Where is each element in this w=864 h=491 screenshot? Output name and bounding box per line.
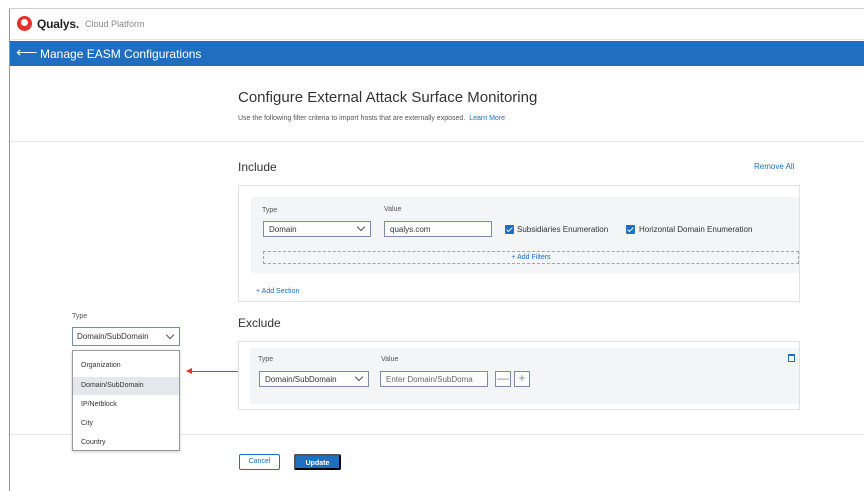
dropdown-option[interactable]: City	[73, 415, 179, 433]
dropdown-option[interactable]: Domain/SubDomain	[73, 377, 179, 395]
type-label: Type	[262, 207, 278, 214]
exclude-value-input[interactable]: Enter Domain/SubDoma	[380, 371, 488, 387]
top-bar: Qualys. Cloud Platform	[10, 9, 864, 40]
subsidiaries-checkbox[interactable]	[505, 225, 514, 234]
include-section: Type Value Domain qualys.com Subsidiarie…	[238, 185, 800, 302]
exclude-type-value: Domain/SubDomain	[265, 375, 337, 384]
callout-arrow	[190, 371, 238, 372]
remove-filter-button[interactable]: —	[495, 371, 511, 387]
dropdown-type-select[interactable]: Domain/SubDomain	[72, 327, 180, 346]
dropdown-option[interactable]: IP/Netblock	[73, 396, 179, 414]
page-title: Manage EASM Configurations	[40, 47, 202, 61]
subsidiaries-label: Subsidiaries Enumeration	[517, 225, 609, 234]
config-subtitle-text: Use the following filter criteria to imp…	[238, 115, 466, 122]
chevron-down-icon	[356, 222, 366, 232]
exclude-title: Exclude	[238, 316, 281, 330]
brand-name: Qualys.	[37, 17, 79, 31]
callout-arrow-head-icon	[186, 368, 192, 374]
include-filter-row: Type Value Domain qualys.com Subsidiarie…	[251, 197, 799, 273]
dropdown-options-list: Organization Domain/SubDomain IP/Netbloc…	[72, 350, 180, 451]
include-value-input[interactable]: qualys.com	[384, 221, 492, 237]
learn-more-link[interactable]: Learn More	[469, 115, 505, 122]
horizontal-domain-checkbox[interactable]	[626, 225, 635, 234]
qualys-logo-icon	[17, 16, 32, 31]
include-title: Include	[238, 160, 277, 174]
config-title: Configure External Attack Surface Monito…	[238, 89, 538, 106]
brand-subtitle: Cloud Platform	[85, 19, 145, 29]
cancel-button[interactable]: Cancel	[239, 454, 280, 470]
add-filters-button[interactable]: + Add Filters	[263, 251, 799, 264]
config-subtitle: Use the following filter criteria to imp…	[238, 115, 505, 122]
add-section-link[interactable]: + Add Section	[256, 288, 299, 295]
value-label: Value	[384, 206, 402, 213]
chevron-down-icon	[354, 372, 364, 382]
dropdown-option[interactable]: Country	[73, 434, 179, 452]
arrow-left-icon[interactable]: ⟵	[16, 45, 38, 60]
dropdown-option[interactable]: Organization	[73, 357, 179, 375]
exclude-type-select[interactable]: Domain/SubDomain	[259, 371, 369, 387]
divider	[10, 141, 864, 142]
value-label: Value	[381, 356, 399, 363]
type-label: Type	[258, 356, 274, 363]
exclude-section: Type Value Domain/SubDomain Enter Domain…	[238, 341, 800, 410]
chevron-down-icon	[165, 330, 175, 340]
exclude-filter-row: Type Value Domain/SubDomain Enter Domain…	[250, 348, 799, 404]
dropdown-selected-value: Domain/SubDomain	[77, 332, 149, 341]
update-button[interactable]: Update	[294, 454, 341, 470]
dropdown-type-label: Type	[72, 313, 88, 320]
horizontal-domain-label: Horizontal Domain Enumeration	[639, 225, 753, 234]
page-header: ⟵ Manage EASM Configurations	[10, 41, 864, 66]
trash-icon[interactable]	[788, 354, 795, 362]
remove-all-link[interactable]: Remove All	[754, 162, 794, 171]
include-type-value: Domain	[269, 225, 297, 234]
include-type-select[interactable]: Domain	[263, 221, 371, 237]
add-filter-button[interactable]: +	[514, 371, 530, 387]
